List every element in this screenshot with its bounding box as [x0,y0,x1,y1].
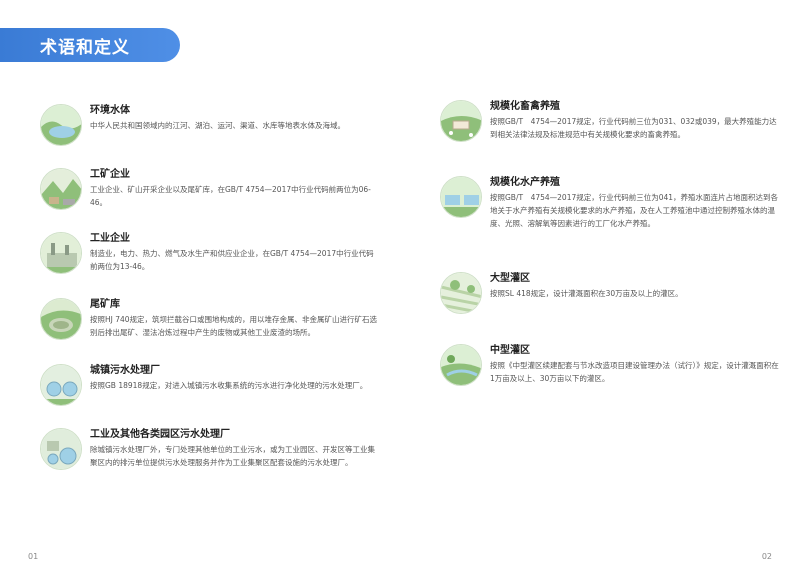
term-title: 工业企业 [90,233,130,244]
term-title: 中型灌区 [490,345,530,356]
factory-icon [40,232,82,274]
term-definition: 按照SL 418规定，设计灌溉面积在30万亩及以上的灌区。 [490,289,683,298]
term-definition: 按照GB/T 4754—2017规定，行业代码前三位为041，养殖水面连片占地面… [490,193,779,228]
aquaculture-icon [440,176,482,218]
term-definition: 除城镇污水处理厂外，专门处理其他单位的工业污水，或为工业园区、开发区等工业集聚区… [90,445,375,467]
large-irrigation-icon [440,272,482,314]
term-title: 大型灌区 [490,273,530,284]
term-definition: 按照GB/T 4754—2017规定，行业代码前三位为031、032或039，最… [490,117,777,139]
term-title: 城镇污水处理厂 [90,365,160,376]
term-definition: 工业企业、矿山开采企业以及尾矿库，在GB/T 4754—2017中行业代码前两位… [90,185,371,207]
page-number-right: 02 [761,552,772,561]
term-title: 规模化水产养殖 [490,177,560,188]
term-title: 工业及其他各类园区污水处理厂 [90,429,230,440]
lake-icon [40,104,82,146]
page-number-left: 01 [28,552,39,561]
term-definition: 按照GB 18918规定，对进入城镇污水收集系统的污水进行净化处理的污水处理厂。 [90,381,368,390]
term-definition: 按照《中型灌区续建配套与节水改造项目建设管理办法（试行）》规定，设计灌溉面积在1… [490,361,779,383]
section-title-bar: 术语和定义 [0,28,180,62]
industrial-sewage-plant-icon [40,428,82,470]
term-title: 工矿企业 [90,169,130,180]
livestock-farm-icon [440,100,482,142]
term-definition: 按照HJ 740规定，筑坝拦截谷口或围地构成的，用以堆存金属、非金属矿山进行矿石… [90,315,378,337]
sewage-plant-icon [40,364,82,406]
mine-icon [40,168,82,210]
term-title: 尾矿库 [90,299,120,310]
medium-irrigation-icon [440,344,482,386]
term-definition: 制造业，电力、热力、燃气及水生产和供应业企业，在GB/T 4754—2017中行… [90,249,374,271]
term-definition: 中华人民共和国领域内的江河、湖泊、运河、渠道、水库等地表水体及海域。 [90,121,345,130]
tailings-pond-icon [40,298,82,340]
term-title: 规模化畜禽养殖 [490,101,560,112]
section-title: 术语和定义 [40,38,130,58]
term-title: 环境水体 [90,105,130,116]
